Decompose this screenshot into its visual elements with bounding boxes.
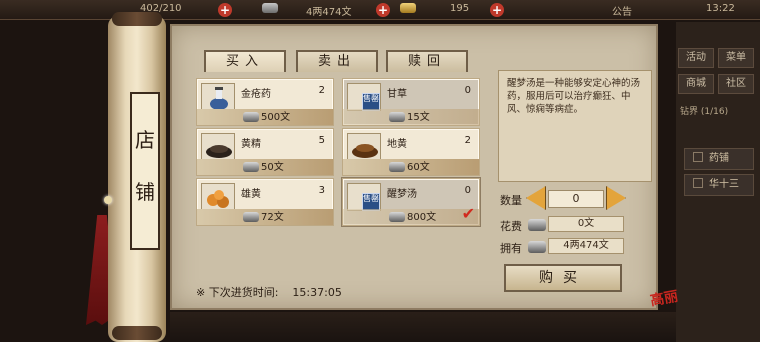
qty-input[interactable]: 0 — [548, 190, 604, 208]
item-qty: 0 — [464, 85, 471, 96]
scroll-cap-top — [112, 12, 162, 26]
item-qty: 2 — [318, 85, 325, 96]
sold-out-icon: 售罄 — [347, 83, 381, 111]
ingot-counter-value: 195 — [450, 3, 470, 14]
item-price: 15文 — [407, 112, 430, 123]
side-tab-hua[interactable]: 华十三 — [684, 174, 754, 196]
cost-value: 0文 — [548, 216, 624, 232]
item-card[interactable]: 售罄 甘草 0 15文 — [342, 78, 480, 126]
silver-coin-icon — [389, 112, 405, 122]
silver-coin-icon — [243, 212, 259, 222]
activity-button[interactable]: 活动 — [678, 48, 714, 68]
tab-redeem[interactable]: 赎回 — [386, 50, 468, 72]
mineral-icon — [201, 183, 235, 211]
item-card[interactable]: 黄精 5 50文 — [196, 128, 334, 176]
menu-button[interactable]: 菜单 — [718, 48, 754, 68]
item-description: 醒梦汤是一种能够安定心神的汤药，服用后可以治疗癫狂、中风、惊痫等病症。 — [498, 70, 652, 182]
checkbox-icon — [693, 178, 703, 188]
cost-label: 花费 — [500, 220, 522, 233]
silver-coin-icon — [528, 219, 546, 231]
root-icon — [347, 133, 381, 161]
item-card-selected[interactable]: 售罄 醒梦汤 0 800文 ✔ — [341, 177, 481, 227]
item-price: 500文 — [261, 112, 291, 123]
shop-title: 店铺 — [130, 92, 160, 250]
ingot-icon — [400, 3, 416, 14]
item-name: 地黄 — [387, 139, 407, 150]
owned-value: 4两474文 — [548, 238, 624, 254]
side-tab-label: 华十三 — [709, 179, 739, 190]
silver-coin-icon — [389, 162, 405, 172]
silver-coin-icon — [389, 212, 405, 222]
side-tab-pharmacy[interactable]: 药铺 — [684, 148, 754, 170]
silver-coin-icon — [243, 112, 259, 122]
item-price: 50文 — [261, 162, 284, 173]
item-name: 甘草 — [387, 89, 407, 100]
add-resource-button[interactable]: + — [218, 3, 232, 17]
item-name: 金疮药 — [241, 89, 271, 100]
community-button[interactable]: 社区 — [718, 74, 754, 94]
item-name: 雄黄 — [241, 189, 261, 200]
item-card[interactable]: 雄黄 3 72文 — [196, 178, 334, 226]
checkbox-icon — [693, 152, 703, 162]
herb-pile-icon — [201, 133, 235, 161]
clock-display: 13:22 — [706, 3, 735, 14]
bottom-bar — [170, 312, 676, 342]
silver-coin-icon — [262, 3, 278, 13]
item-price: 60文 — [407, 162, 430, 173]
item-name: 醒梦汤 — [387, 189, 417, 200]
item-card[interactable]: 金疮药 2 500文 — [196, 78, 334, 126]
restock-time: 15:37:05 — [292, 286, 342, 299]
item-card[interactable]: 地黄 2 60文 — [342, 128, 480, 176]
sold-out-icon: 售罄 — [347, 183, 381, 211]
restock-info: ※ 下次进货时间: 15:37:05 — [196, 284, 342, 300]
silver-coin-icon — [243, 162, 259, 172]
tab-sell[interactable]: 卖出 — [296, 50, 378, 72]
selected-check-icon: ✔ — [461, 204, 475, 223]
restock-label: ※ 下次进货时间: — [196, 286, 279, 299]
add-silver-button[interactable]: + — [376, 3, 390, 17]
add-ingot-button[interactable]: + — [490, 3, 504, 17]
buy-button[interactable]: 购买 — [504, 264, 622, 292]
list-header: 钻界 (1/16) — [680, 107, 729, 117]
mall-button[interactable]: 商城 — [678, 74, 714, 94]
owned-label: 拥有 — [500, 242, 522, 255]
scroll-cap-bottom — [112, 326, 162, 340]
pearl-icon — [104, 196, 112, 204]
tab-buy[interactable]: 买入 — [204, 50, 286, 72]
item-qty: 0 — [464, 185, 471, 196]
bottle-icon — [201, 83, 235, 111]
silver-counter — [262, 3, 278, 14]
item-price: 800文 — [407, 212, 437, 223]
qty-label: 数量 — [500, 194, 522, 207]
watermark-seal: 高丽 — [648, 288, 680, 310]
item-name: 黄精 — [241, 139, 261, 150]
item-qty: 5 — [318, 135, 325, 146]
item-price: 72文 — [261, 212, 284, 223]
silver-coin-icon — [528, 241, 546, 253]
item-qty: 3 — [318, 185, 325, 196]
announcement-button[interactable]: 公告 — [612, 3, 632, 18]
right-side-panel: 活动 菜单 商城 社区 钻界 (1/16) 药铺 华十三 — [676, 22, 760, 342]
side-tab-label: 药铺 — [709, 153, 729, 164]
item-qty: 2 — [464, 135, 471, 146]
silver-counter-value: 4两474文 — [306, 7, 352, 18]
